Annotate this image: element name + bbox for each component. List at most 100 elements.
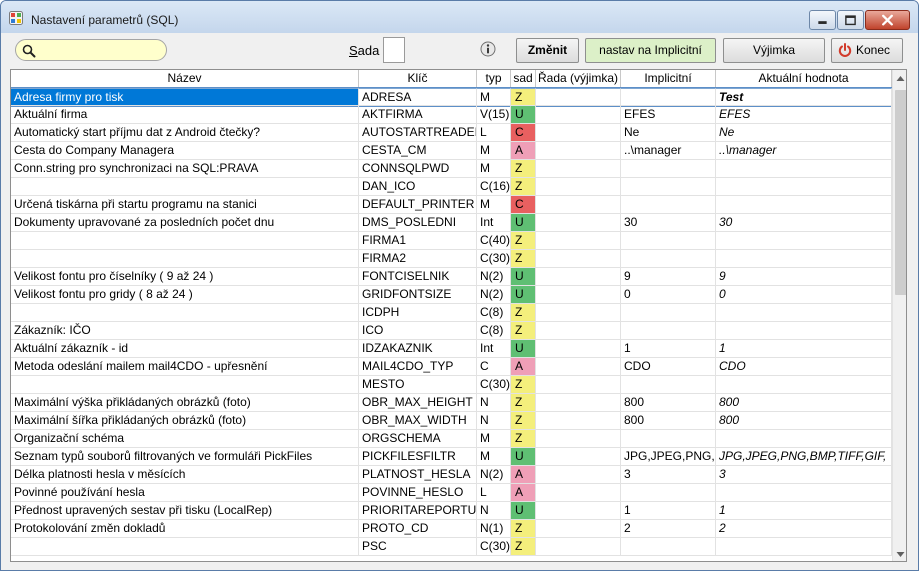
cell-klic[interactable]: ADRESA [359, 88, 477, 106]
cell-sad[interactable]: Z [511, 160, 536, 178]
cell-nazev[interactable] [11, 304, 359, 322]
cell-typ[interactable]: N(2) [477, 286, 511, 304]
table-row[interactable]: Délka platnosti hesla v měsících PLATNOST… [11, 466, 892, 484]
cell-typ[interactable]: N(2) [477, 268, 511, 286]
cell-impl[interactable]: CDO [621, 358, 716, 376]
cell-impl[interactable] [621, 196, 716, 214]
cell-nazev[interactable]: Cesta do Company Managera [11, 142, 359, 160]
cell-nazev[interactable]: Aktuální zákazník - id [11, 340, 359, 358]
cell-sad[interactable]: A [511, 358, 536, 376]
cell-typ[interactable]: N(1) [477, 520, 511, 538]
parameters-grid[interactable]: Název Klíč typ sad Řada (výjimka) Implicitní A… [10, 69, 907, 562]
cell-typ[interactable]: Int [477, 340, 511, 358]
cell-akt[interactable] [716, 322, 892, 340]
cell-akt[interactable]: 1 [716, 340, 892, 358]
cell-nazev[interactable]: Zákazník: IČO [11, 322, 359, 340]
cell-nazev[interactable]: Maximální výška přikládaných obrázků (fo… [11, 394, 359, 412]
cell-klic[interactable]: PLATNOST_HESLA [359, 466, 477, 484]
title-bar[interactable]: Nastavení parametrů (SQL) [1, 1, 918, 33]
cell-typ[interactable]: C(40) [477, 232, 511, 250]
cell-typ[interactable]: M [477, 448, 511, 466]
cell-sad[interactable]: U [511, 214, 536, 232]
cell-klic[interactable]: CESTA_CM [359, 142, 477, 160]
sada-input[interactable] [383, 37, 405, 63]
cell-nazev[interactable]: Délka platnosti hesla v měsících [11, 466, 359, 484]
cell-impl[interactable]: Ne [621, 124, 716, 142]
cell-akt[interactable]: EFES [716, 106, 892, 124]
maximize-button[interactable] [837, 10, 864, 30]
cell-nazev[interactable]: Velikost fontu pro gridy ( 8 až 24 ) [11, 286, 359, 304]
cell-typ[interactable]: C(30) [477, 376, 511, 394]
cell-klic[interactable]: OBR_MAX_WIDTH [359, 412, 477, 430]
cell-nazev[interactable]: Automatický start příjmu dat z Android č… [11, 124, 359, 142]
cell-rada[interactable] [536, 502, 621, 520]
cell-typ[interactable]: C [477, 358, 511, 376]
cell-impl[interactable]: 800 [621, 412, 716, 430]
cell-impl[interactable]: 3 [621, 466, 716, 484]
cell-akt[interactable]: JPG,JPEG,PNG,BMP,TIFF,GIF, [716, 448, 892, 466]
cell-klic[interactable]: DEFAULT_PRINTER [359, 196, 477, 214]
cell-rada[interactable] [536, 538, 621, 556]
cell-klic[interactable]: MAIL4CDO_TYP [359, 358, 477, 376]
cell-klic[interactable]: FIRMA2 [359, 250, 477, 268]
cell-klic[interactable]: AUTOSTARTREADER [359, 124, 477, 142]
cell-impl[interactable] [621, 322, 716, 340]
cell-klic[interactable]: FIRMA1 [359, 232, 477, 250]
cell-rada[interactable] [536, 214, 621, 232]
cell-rada[interactable] [536, 448, 621, 466]
cell-impl[interactable]: 1 [621, 340, 716, 358]
cell-klic[interactable]: PRIORITAREPORTU [359, 502, 477, 520]
table-row[interactable]: Automatický start příjmu dat z Android č… [11, 124, 892, 142]
scroll-down-icon[interactable] [896, 551, 905, 558]
cell-sad[interactable]: U [511, 340, 536, 358]
cell-typ[interactable]: N(2) [477, 466, 511, 484]
cell-akt[interactable] [716, 196, 892, 214]
cell-typ[interactable]: Int [477, 214, 511, 232]
cell-impl[interactable]: 9 [621, 268, 716, 286]
cell-rada[interactable] [536, 520, 621, 538]
cell-typ[interactable]: L [477, 124, 511, 142]
cell-typ[interactable]: C(8) [477, 322, 511, 340]
cell-sad[interactable]: U [511, 106, 536, 124]
cell-typ[interactable]: N [477, 502, 511, 520]
cell-klic[interactable]: PICKFILESFILTR [359, 448, 477, 466]
cell-rada[interactable] [536, 430, 621, 448]
close-button[interactable] [865, 10, 910, 30]
cell-rada[interactable] [536, 232, 621, 250]
cell-nazev[interactable]: Dokumenty upravované za posledních počet… [11, 214, 359, 232]
cell-rada[interactable] [536, 88, 621, 106]
table-row[interactable]: Přednost upravených sestav při tisku (Lo… [11, 502, 892, 520]
cell-sad[interactable]: C [511, 124, 536, 142]
cell-nazev[interactable]: Aktuální firma [11, 106, 359, 124]
cell-sad[interactable]: U [511, 268, 536, 286]
table-row[interactable]: Maximální šířka přikládaných obrázků (fo… [11, 412, 892, 430]
cell-impl[interactable]: 1 [621, 502, 716, 520]
zmenit-button[interactable]: Změnit [516, 38, 579, 63]
cell-sad[interactable]: A [511, 484, 536, 502]
table-row[interactable]: Povinné používání hesla POVINNE_HESLO L A [11, 484, 892, 502]
cell-akt[interactable] [716, 484, 892, 502]
cell-rada[interactable] [536, 304, 621, 322]
cell-nazev[interactable] [11, 232, 359, 250]
cell-akt[interactable] [716, 178, 892, 196]
cell-akt[interactable]: 30 [716, 214, 892, 232]
table-row[interactable]: Aktuální zákazník - id IDZAKAZNIK Int U 1 1 [11, 340, 892, 358]
cell-rada[interactable] [536, 412, 621, 430]
cell-klic[interactable]: IDZAKAZNIK [359, 340, 477, 358]
cell-rada[interactable] [536, 376, 621, 394]
cell-akt[interactable] [716, 250, 892, 268]
cell-klic[interactable]: CONNSQLPWD [359, 160, 477, 178]
cell-impl[interactable] [621, 160, 716, 178]
cell-klic[interactable]: ORGSCHEMA [359, 430, 477, 448]
minimize-button[interactable] [809, 10, 836, 30]
cell-impl[interactable] [621, 538, 716, 556]
cell-akt[interactable] [716, 538, 892, 556]
cell-impl[interactable] [621, 484, 716, 502]
column-header-rada[interactable]: Řada (výjimka) [536, 70, 621, 88]
table-row[interactable]: Velikost fontu pro gridy ( 8 až 24 ) GRID… [11, 286, 892, 304]
cell-akt[interactable] [716, 376, 892, 394]
cell-nazev[interactable]: Určená tiskárna při startu programu na s… [11, 196, 359, 214]
cell-akt[interactable]: 9 [716, 268, 892, 286]
cell-sad[interactable]: Z [511, 88, 536, 106]
cell-akt[interactable] [716, 304, 892, 322]
